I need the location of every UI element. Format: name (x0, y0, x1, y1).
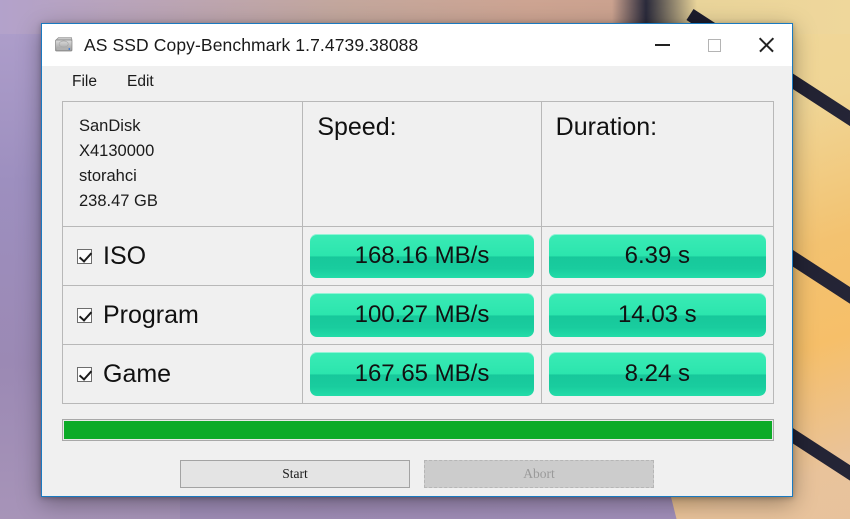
abort-button: Abort (424, 460, 654, 488)
speed-value-game: 167.65 MB/s (354, 360, 490, 387)
title-bar[interactable]: AS SSD Copy-Benchmark 1.7.4739.38088 (42, 24, 792, 66)
row-label-cell-game[interactable]: Game (61, 344, 304, 404)
checkbox-game[interactable] (77, 366, 92, 382)
maximize-icon (707, 38, 721, 52)
benchmark-table: SanDisk X4130000 storahci 238.47 GB Spee… (61, 101, 775, 404)
speed-bar-game: 167.65 MB/s (310, 352, 534, 396)
drive-controller: storahci (79, 167, 137, 186)
table-row: Game 167.65 MB/s 8.24 s (61, 344, 775, 404)
checkbox-iso[interactable] (77, 248, 92, 264)
row-label-game: Game (103, 359, 172, 388)
checkbox-program[interactable] (77, 307, 92, 323)
speed-cell-program: 100.27 MB/s (302, 285, 542, 345)
maximize-button[interactable] (688, 24, 740, 66)
speed-header-cell: Speed: (302, 101, 542, 227)
speed-bar-program: 100.27 MB/s (310, 293, 534, 337)
benchmark-body: SanDisk X4130000 storahci 238.47 GB Spee… (42, 98, 792, 496)
button-row: Start Abort (62, 460, 772, 488)
close-icon (758, 37, 774, 53)
duration-value-iso: 6.39 s (624, 242, 691, 269)
duration-cell-game: 8.24 s (540, 344, 775, 404)
duration-bar-iso: 6.39 s (548, 234, 766, 278)
speed-cell-game: 167.65 MB/s (302, 344, 542, 404)
speed-value-program: 100.27 MB/s (354, 301, 490, 328)
drive-model: SanDisk (79, 117, 141, 135)
minimize-button[interactable] (636, 24, 688, 66)
window-title: AS SSD Copy-Benchmark 1.7.4739.38088 (84, 34, 419, 55)
row-label-cell-program[interactable]: Program (61, 285, 304, 345)
menu-item-file[interactable]: File (60, 70, 109, 94)
desktop-background: AS SSD Copy-Benchmark 1.7.4739.38088 Fil… (0, 0, 850, 519)
row-label-program: Program (103, 300, 199, 329)
as-ssd-copy-benchmark-window: AS SSD Copy-Benchmark 1.7.4739.38088 Fil… (41, 23, 793, 497)
drive-firmware: X4130000 (79, 142, 155, 161)
close-button[interactable] (740, 24, 792, 66)
duration-cell-program: 14.03 s (540, 285, 775, 345)
progress-bar-fill (64, 421, 772, 439)
speed-value-iso: 168.16 MB/s (354, 242, 490, 269)
duration-bar-program: 14.03 s (548, 293, 766, 337)
speed-column-header: Speed: (317, 113, 397, 141)
drive-capacity: 238.47 GB (79, 192, 158, 211)
menu-item-edit[interactable]: Edit (115, 70, 166, 94)
duration-header-cell: Duration: (540, 101, 775, 227)
row-label-cell-iso[interactable]: ISO (61, 226, 304, 286)
row-label-iso: ISO (103, 241, 147, 270)
drive-info-cell: SanDisk X4130000 storahci 238.47 GB (61, 101, 304, 227)
start-button[interactable]: Start (180, 460, 410, 488)
table-header-row: SanDisk X4130000 storahci 238.47 GB Spee… (61, 101, 775, 227)
duration-value-game: 8.24 s (624, 360, 691, 387)
duration-bar-game: 8.24 s (548, 352, 766, 396)
progress-bar (62, 419, 774, 441)
speed-bar-iso: 168.16 MB/s (310, 234, 534, 278)
table-row: ISO 168.16 MB/s 6.39 s (61, 226, 775, 286)
duration-cell-iso: 6.39 s (540, 226, 775, 286)
duration-column-header: Duration: (555, 113, 658, 141)
hard-drive-icon (53, 34, 75, 56)
speed-cell-iso: 168.16 MB/s (302, 226, 542, 286)
duration-value-program: 14.03 s (617, 301, 697, 328)
menu-bar: File Edit (42, 66, 792, 98)
minimize-icon (654, 44, 670, 46)
window-controls (636, 24, 792, 66)
table-row: Program 100.27 MB/s 14.03 s (61, 285, 775, 345)
